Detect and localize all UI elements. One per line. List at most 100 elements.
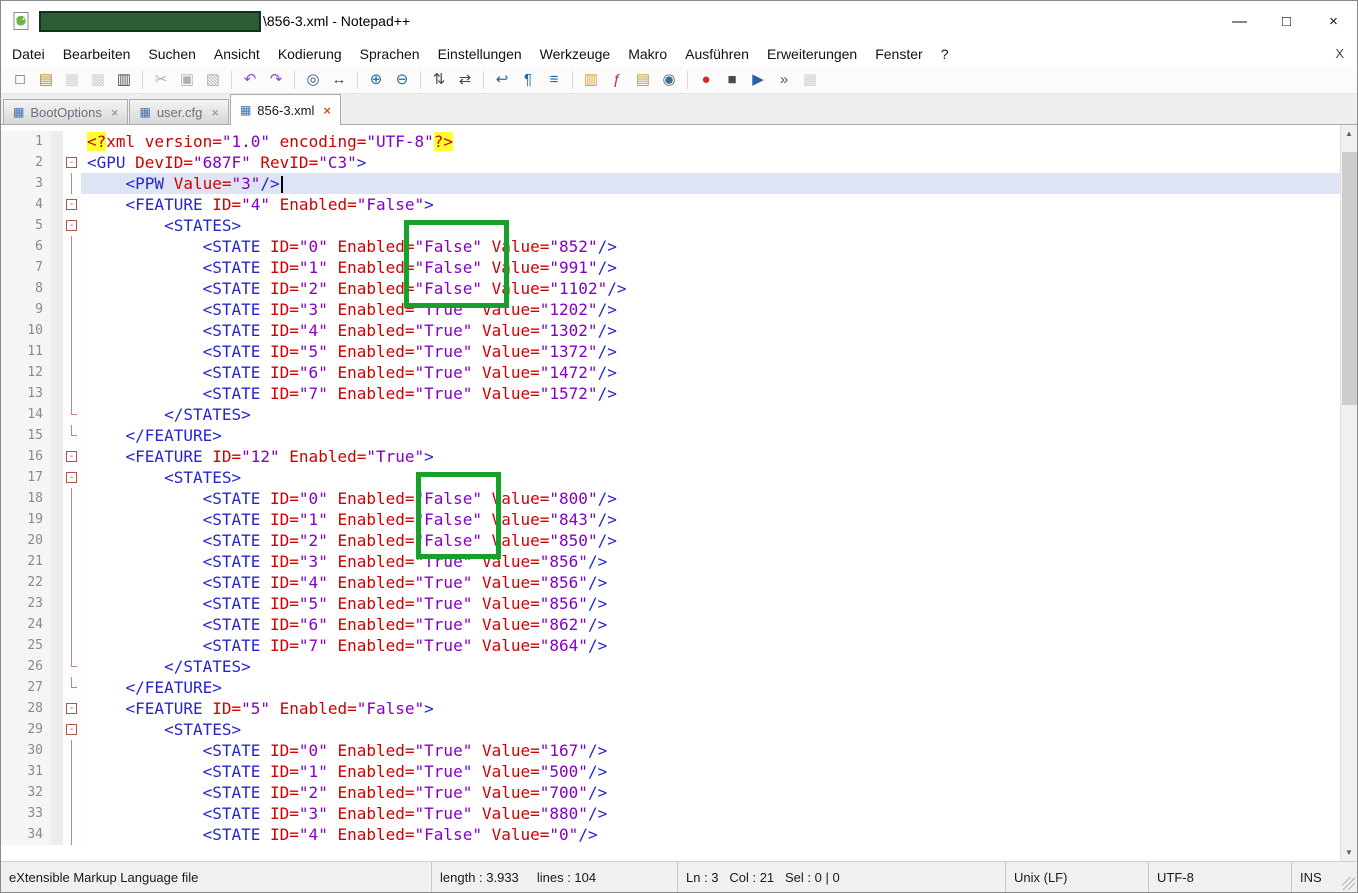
open-file-button[interactable]: ▤ xyxy=(33,68,59,92)
bookmark-margin[interactable] xyxy=(51,341,63,362)
fold-collapse-icon[interactable]: - xyxy=(66,451,77,462)
maximize-button[interactable]: □ xyxy=(1263,1,1310,41)
code-text[interactable]: </FEATURE> xyxy=(81,677,1340,698)
bookmark-margin[interactable] xyxy=(51,551,63,572)
code-text[interactable]: <STATES> xyxy=(81,719,1340,740)
code-text[interactable]: </STATES> xyxy=(81,656,1340,677)
scroll-down-arrow-icon[interactable]: ▼ xyxy=(1341,844,1357,861)
bookmark-margin[interactable] xyxy=(51,803,63,824)
bookmark-margin[interactable] xyxy=(51,236,63,257)
menu-item-einstellungen[interactable]: Einstellungen xyxy=(429,43,531,65)
menu-item-bearbeiten[interactable]: Bearbeiten xyxy=(54,43,140,65)
menu-item-kodierung[interactable]: Kodierung xyxy=(269,43,351,65)
fold-collapse-icon[interactable]: - xyxy=(66,724,77,735)
zoom-out-button[interactable]: ⊖ xyxy=(389,68,415,92)
status-encoding[interactable]: UTF-8 xyxy=(1148,862,1291,892)
fold-collapse-icon[interactable]: - xyxy=(66,703,77,714)
bookmark-margin[interactable] xyxy=(51,677,63,698)
code-text[interactable]: <STATE ID="3" Enabled="True" Value="1202… xyxy=(81,299,1340,320)
code-text[interactable]: <STATE ID="0" Enabled="False" Value="852… xyxy=(81,236,1340,257)
menu-item-help[interactable]: ? xyxy=(932,43,958,65)
bookmark-margin[interactable] xyxy=(51,173,63,194)
fold-collapse-icon[interactable]: - xyxy=(66,199,77,210)
bookmark-margin[interactable] xyxy=(51,320,63,341)
print-button[interactable]: ▥ xyxy=(111,68,137,92)
menu-item-ausf-hren[interactable]: Ausführen xyxy=(676,43,758,65)
code-text[interactable]: <STATE ID="6" Enabled="True" Value="1472… xyxy=(81,362,1340,383)
indent-guide-button[interactable]: ≡ xyxy=(541,68,567,92)
bookmark-margin[interactable] xyxy=(51,572,63,593)
code-text[interactable]: <FEATURE ID="4" Enabled="False"> xyxy=(81,194,1340,215)
vertical-scrollbar[interactable]: ▲ ▼ xyxy=(1340,125,1357,861)
code-text[interactable]: <STATE ID="5" Enabled="True" Value="1372… xyxy=(81,341,1340,362)
code-text[interactable]: <FEATURE ID="12" Enabled="True"> xyxy=(81,446,1340,467)
bookmark-margin[interactable] xyxy=(51,719,63,740)
zoom-in-button[interactable]: ⊕ xyxy=(363,68,389,92)
tab-close-icon[interactable]: × xyxy=(323,104,331,117)
bookmark-margin[interactable] xyxy=(51,194,63,215)
code-text[interactable]: <STATE ID="5" Enabled="True" Value="856"… xyxy=(81,593,1340,614)
code-text[interactable]: <PPW Value="3"/> xyxy=(81,173,1340,194)
code-text[interactable]: <STATE ID="1" Enabled="False" Value="991… xyxy=(81,257,1340,278)
code-text[interactable]: </STATES> xyxy=(81,404,1340,425)
code-text[interactable]: <?xml version="1.0" encoding="UTF-8"?> xyxy=(81,131,1340,152)
bookmark-margin[interactable] xyxy=(51,509,63,530)
undo-button[interactable]: ↶ xyxy=(237,68,263,92)
code-text[interactable]: <STATE ID="0" Enabled="False" Value="800… xyxy=(81,488,1340,509)
code-text[interactable]: <STATE ID="2" Enabled="True" Value="700"… xyxy=(81,782,1340,803)
bookmark-margin[interactable] xyxy=(51,761,63,782)
run-macro-multiple-button[interactable]: » xyxy=(771,68,797,92)
bookmark-margin[interactable] xyxy=(51,257,63,278)
bookmark-margin[interactable] xyxy=(51,152,63,173)
code-text[interactable]: <STATE ID="3" Enabled="True" Value="856"… xyxy=(81,551,1340,572)
menu-item-werkzeuge[interactable]: Werkzeuge xyxy=(531,43,620,65)
bookmark-margin[interactable] xyxy=(51,698,63,719)
bookmark-margin[interactable] xyxy=(51,299,63,320)
code-text[interactable]: <STATE ID="1" Enabled="True" Value="500"… xyxy=(81,761,1340,782)
bookmark-margin[interactable] xyxy=(51,635,63,656)
word-wrap-button[interactable]: ↩ xyxy=(489,68,515,92)
sync-vertical-scrolling-button[interactable]: ⇅ xyxy=(426,68,452,92)
folder-as-workspace-button[interactable]: ▤ xyxy=(630,68,656,92)
bookmark-margin[interactable] xyxy=(51,467,63,488)
show-all-characters-button[interactable]: ¶ xyxy=(515,68,541,92)
tab-close-icon[interactable]: × xyxy=(111,106,119,119)
code-text[interactable]: <STATES> xyxy=(81,467,1340,488)
replace-button[interactable]: ↔ xyxy=(326,68,352,92)
menu-item-sprachen[interactable]: Sprachen xyxy=(351,43,429,65)
close-button[interactable]: × xyxy=(1310,1,1357,41)
code-area[interactable]: 1 <?xml version="1.0" encoding="UTF-8"?> 2… xyxy=(1,131,1340,845)
code-text[interactable]: <STATE ID="1" Enabled="False" Value="843… xyxy=(81,509,1340,530)
menu-bar-x-button[interactable]: X xyxy=(1322,46,1357,61)
bookmark-margin[interactable] xyxy=(51,425,63,446)
code-text[interactable]: </FEATURE> xyxy=(81,425,1340,446)
bookmark-margin[interactable] xyxy=(51,446,63,467)
code-text[interactable]: <STATE ID="2" Enabled="False" Value="850… xyxy=(81,530,1340,551)
fold-collapse-icon[interactable]: - xyxy=(66,157,77,168)
fold-collapse-icon[interactable]: - xyxy=(66,472,77,483)
bookmark-margin[interactable] xyxy=(51,740,63,761)
menu-item-erweiterungen[interactable]: Erweiterungen xyxy=(758,43,866,65)
record-macro-button[interactable]: ● xyxy=(693,68,719,92)
bookmark-margin[interactable] xyxy=(51,824,63,845)
tab-856-3-xml[interactable]: ▦ 856-3.xml × xyxy=(229,94,341,125)
tab-close-icon[interactable]: × xyxy=(211,106,219,119)
tab-bootoptions[interactable]: ▦ BootOptions × xyxy=(3,99,129,124)
code-text[interactable]: <FEATURE ID="5" Enabled="False"> xyxy=(81,698,1340,719)
code-text[interactable]: <GPU DevID="687F" RevID="C3"> xyxy=(81,152,1340,173)
code-text[interactable]: <STATE ID="6" Enabled="True" Value="862"… xyxy=(81,614,1340,635)
code-text[interactable]: <STATE ID="7" Enabled="True" Value="1572… xyxy=(81,383,1340,404)
code-text[interactable]: <STATE ID="4" Enabled="False" Value="0"/… xyxy=(81,824,1340,845)
new-file-button[interactable]: □ xyxy=(7,68,33,92)
bookmark-margin[interactable] xyxy=(51,614,63,635)
bookmark-margin[interactable] xyxy=(51,362,63,383)
bookmark-margin[interactable] xyxy=(51,593,63,614)
bookmark-margin[interactable] xyxy=(51,488,63,509)
menu-item-makro[interactable]: Makro xyxy=(619,43,676,65)
monitoring-button[interactable]: ◉ xyxy=(656,68,682,92)
code-text[interactable]: <STATE ID="7" Enabled="True" Value="864"… xyxy=(81,635,1340,656)
editor-pane[interactable]: 1 <?xml version="1.0" encoding="UTF-8"?> 2… xyxy=(1,125,1357,861)
code-text[interactable]: <STATE ID="4" Enabled="True" Value="1302… xyxy=(81,320,1340,341)
scrollbar-thumb[interactable] xyxy=(1342,152,1357,405)
code-text[interactable]: <STATE ID="0" Enabled="True" Value="167"… xyxy=(81,740,1340,761)
